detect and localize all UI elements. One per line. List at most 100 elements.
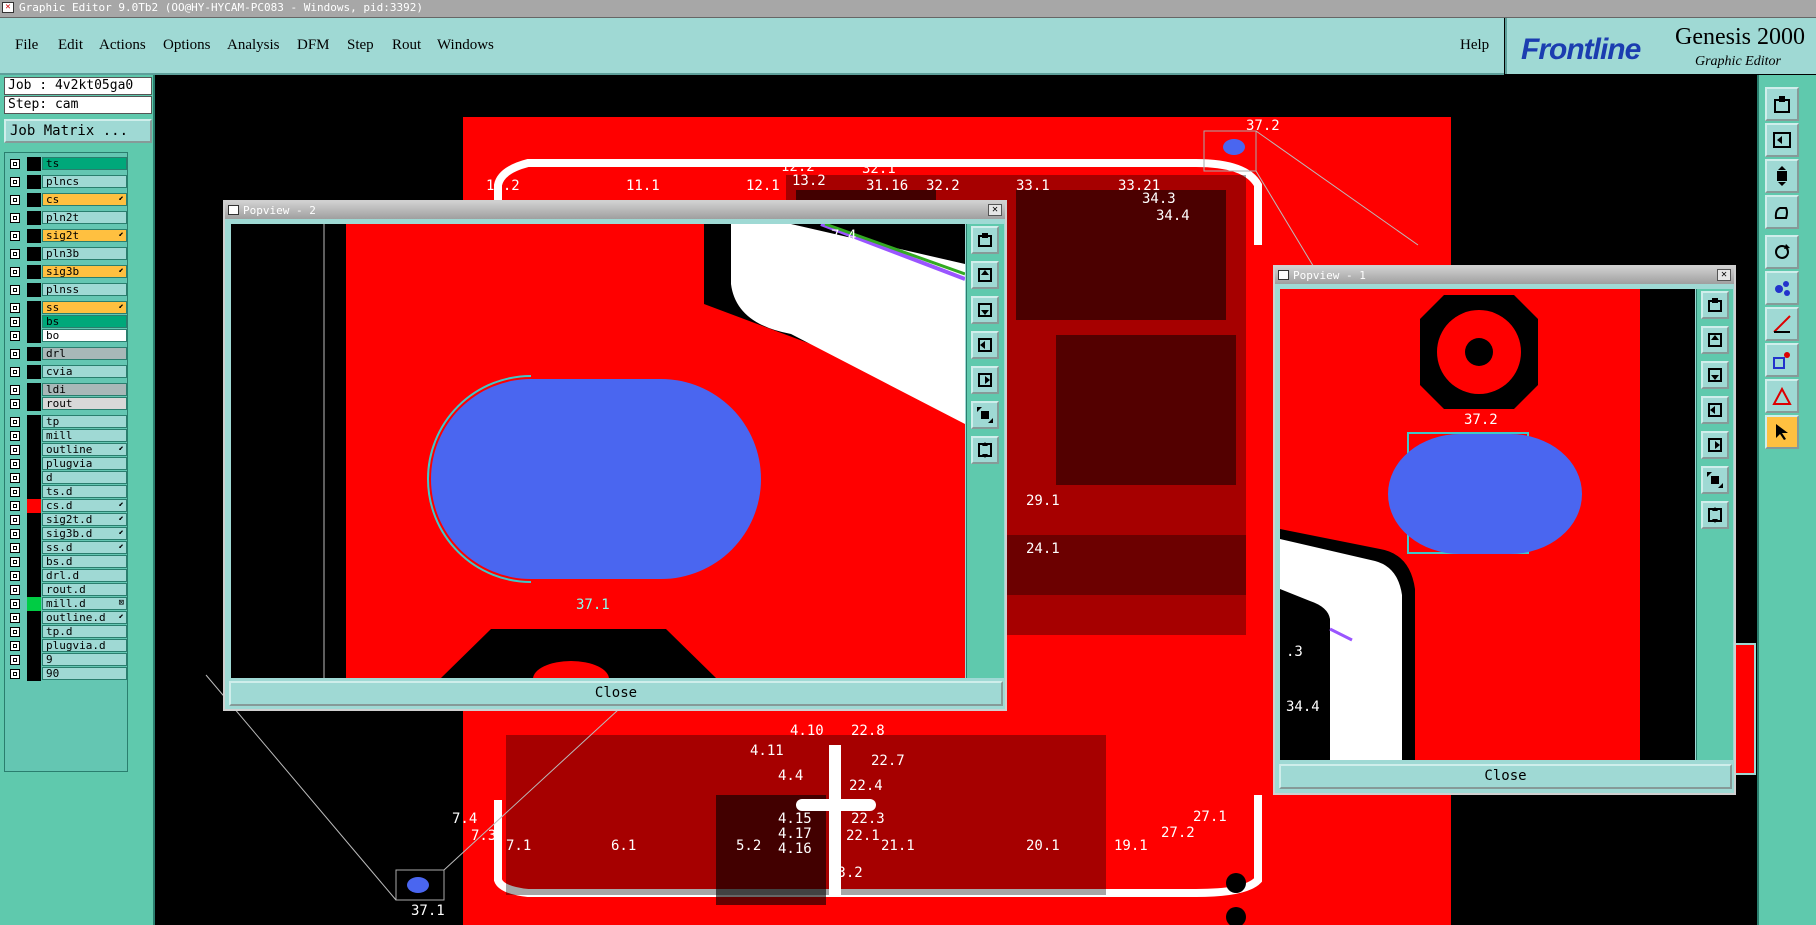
menu-help[interactable]: Help (1460, 37, 1489, 54)
layer-row-plugvia-d[interactable]: plugvia.d (5, 639, 129, 653)
layer-checkbox[interactable] (10, 159, 20, 169)
layer-row-ss[interactable]: ss ⬋ (5, 301, 129, 315)
layer-name[interactable]: ss ⬋ (42, 301, 127, 314)
layer-checkbox[interactable] (10, 515, 20, 525)
layer-row-cs[interactable]: cs ⬋ (5, 193, 129, 207)
popview-down-icon[interactable] (1701, 361, 1729, 389)
menu-actions[interactable]: Actions (99, 37, 146, 54)
layer-row-drl-d[interactable]: drl.d (5, 569, 129, 583)
layer-name[interactable]: tp.d (42, 625, 127, 638)
layer-row-9[interactable]: 9 (5, 653, 129, 667)
popview-1-view[interactable]: 37.2 .3 34.4 (1280, 289, 1695, 760)
layer-name[interactable]: rout.d (42, 583, 127, 596)
layer-checkbox[interactable] (10, 627, 20, 637)
layer-row-bs-d[interactable]: bs.d (5, 555, 129, 569)
popview-left-icon[interactable] (1701, 396, 1729, 424)
layer-name[interactable]: 9 (42, 653, 127, 666)
layer-row-sig2t-d[interactable]: sig2t.d ⬋ (5, 513, 129, 527)
layer-row-sig3b[interactable]: sig3b ⬋ (5, 265, 129, 279)
layer-color-swatch[interactable] (27, 541, 41, 555)
popview-left-icon[interactable] (971, 331, 999, 359)
layer-checkbox[interactable] (10, 317, 20, 327)
layer-name[interactable]: bo (42, 329, 127, 342)
menu-analysis[interactable]: Analysis (227, 37, 280, 54)
layer-name[interactable]: ts.d (42, 485, 127, 498)
layer-color-swatch[interactable] (27, 415, 41, 429)
layer-checkbox[interactable] (10, 285, 20, 295)
layer-row-rout[interactable]: rout (5, 397, 129, 411)
layer-color-swatch[interactable] (27, 569, 41, 583)
menu-edit[interactable]: Edit (58, 37, 83, 54)
layer-color-swatch[interactable] (27, 443, 41, 457)
layer-name[interactable]: plncs (42, 175, 127, 188)
layer-checkbox[interactable] (10, 331, 20, 341)
layer-color-swatch[interactable] (27, 485, 41, 499)
layer-name[interactable]: drl.d (42, 569, 127, 582)
layer-name[interactable]: drl (42, 347, 127, 360)
layer-name[interactable]: ss.d ⬋ (42, 541, 127, 554)
layer-name[interactable]: rout (42, 397, 127, 410)
popview-2-close-icon[interactable]: ✕ (988, 204, 1002, 216)
layer-name[interactable]: sig3b.d ⬋ (42, 527, 127, 540)
popview-right-icon[interactable] (1701, 431, 1729, 459)
layer-checkbox[interactable] (10, 385, 20, 395)
layer-row-plugvia[interactable]: plugvia (5, 457, 129, 471)
add-icon[interactable] (1765, 343, 1799, 377)
layer-color-swatch[interactable] (27, 499, 41, 513)
layer-name[interactable]: sig2t ⬋ (42, 229, 127, 242)
pan-icon[interactable] (1765, 271, 1799, 305)
layer-color-swatch[interactable] (27, 527, 41, 541)
layer-color-swatch[interactable] (27, 597, 41, 611)
layer-color-swatch[interactable] (27, 229, 41, 243)
menu-options[interactable]: Options (163, 37, 211, 54)
layer-name[interactable]: tp (42, 415, 127, 428)
job-matrix-button[interactable]: Job Matrix ... (4, 119, 152, 143)
layer-color-swatch[interactable] (27, 283, 41, 297)
layer-color-swatch[interactable] (27, 653, 41, 667)
popview-2-titlebar[interactable]: Popview - 2 ✕ (225, 202, 1005, 219)
layer-color-swatch[interactable] (27, 457, 41, 471)
layer-row-sig3b-d[interactable]: sig3b.d ⬋ (5, 527, 129, 541)
layer-name[interactable]: outline ⬋ (42, 443, 127, 456)
layer-checkbox[interactable] (10, 641, 20, 651)
menu-dfm[interactable]: DFM (297, 37, 330, 54)
layer-row-bo[interactable]: bo (5, 329, 129, 343)
layer-color-swatch[interactable] (27, 383, 41, 397)
layer-row-ldi[interactable]: ldi (5, 383, 129, 397)
layer-row-90[interactable]: 90 (5, 667, 129, 681)
layer-color-swatch[interactable] (27, 347, 41, 361)
menu-file[interactable]: File (15, 37, 38, 54)
layer-name[interactable]: pln2t (42, 211, 127, 224)
layer-color-swatch[interactable] (27, 247, 41, 261)
layer-row-cvia[interactable]: cvia (5, 365, 129, 379)
popview-right-icon[interactable] (971, 366, 999, 394)
layer-row-outline[interactable]: outline ⬋ (5, 443, 129, 457)
layer-color-swatch[interactable] (27, 625, 41, 639)
layer-checkbox[interactable] (10, 267, 20, 277)
layer-name[interactable]: cvia (42, 365, 127, 378)
layer-checkbox[interactable] (10, 249, 20, 259)
layer-checkbox[interactable] (10, 349, 20, 359)
popview-zoom-in-icon[interactable] (971, 401, 999, 429)
layer-checkbox[interactable] (10, 231, 20, 241)
layer-name[interactable]: ts (42, 157, 127, 170)
layer-row-plnss[interactable]: plnss (5, 283, 129, 297)
layer-name[interactable]: sig3b ⬋ (42, 265, 127, 278)
layer-row-rout-d[interactable]: rout.d (5, 583, 129, 597)
layer-checkbox[interactable] (10, 195, 20, 205)
layer-checkbox[interactable] (10, 445, 20, 455)
popview-up-icon[interactable] (971, 261, 999, 289)
window-icon[interactable] (1765, 123, 1799, 157)
layer-name[interactable]: bs (42, 315, 127, 328)
hand-icon[interactable] (1765, 195, 1799, 229)
popview-down-icon[interactable] (971, 296, 999, 324)
layer-color-swatch[interactable] (27, 157, 41, 171)
layer-checkbox[interactable] (10, 473, 20, 483)
layer-name[interactable]: plnss (42, 283, 127, 296)
layer-color-swatch[interactable] (27, 583, 41, 597)
layer-row-pln3b[interactable]: pln3b (5, 247, 129, 261)
layer-checkbox[interactable] (10, 459, 20, 469)
layer-row-ss-d[interactable]: ss.d ⬋ (5, 541, 129, 555)
layer-row-mill-d[interactable]: mill.d ⊠ (5, 597, 129, 611)
layer-row-pln2t[interactable]: pln2t (5, 211, 129, 225)
